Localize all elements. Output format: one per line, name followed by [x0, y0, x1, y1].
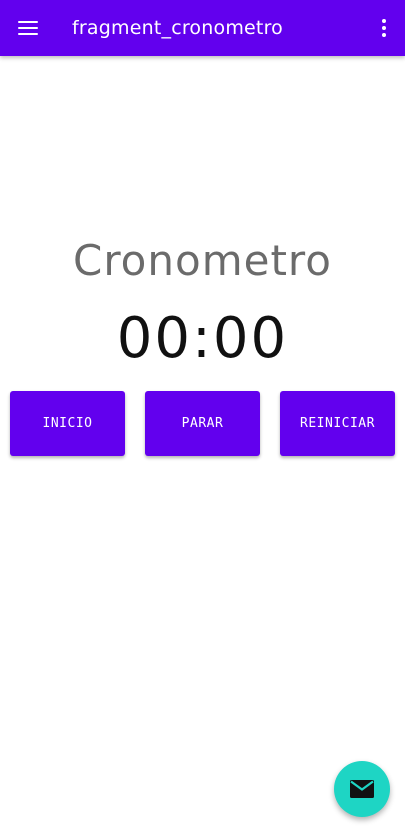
overflow-menu-button[interactable]: [369, 8, 399, 48]
email-icon: [350, 780, 374, 798]
stopwatch-heading: Cronometro: [73, 236, 332, 285]
menu-button[interactable]: [8, 8, 48, 48]
start-button[interactable]: INICIO: [10, 391, 125, 456]
more-vert-icon: [382, 19, 386, 23]
time-display: 00:00: [116, 306, 289, 371]
menu-icon: [18, 21, 38, 35]
reset-button[interactable]: REINICIAR: [280, 391, 395, 456]
email-fab[interactable]: [334, 761, 390, 817]
app-toolbar: fragment_cronometro: [0, 0, 405, 56]
stop-button[interactable]: PARAR: [145, 391, 260, 456]
toolbar-title: fragment_cronometro: [72, 17, 283, 39]
app-screen: fragment_cronometro Cronometro 00:00 INI…: [0, 0, 405, 832]
